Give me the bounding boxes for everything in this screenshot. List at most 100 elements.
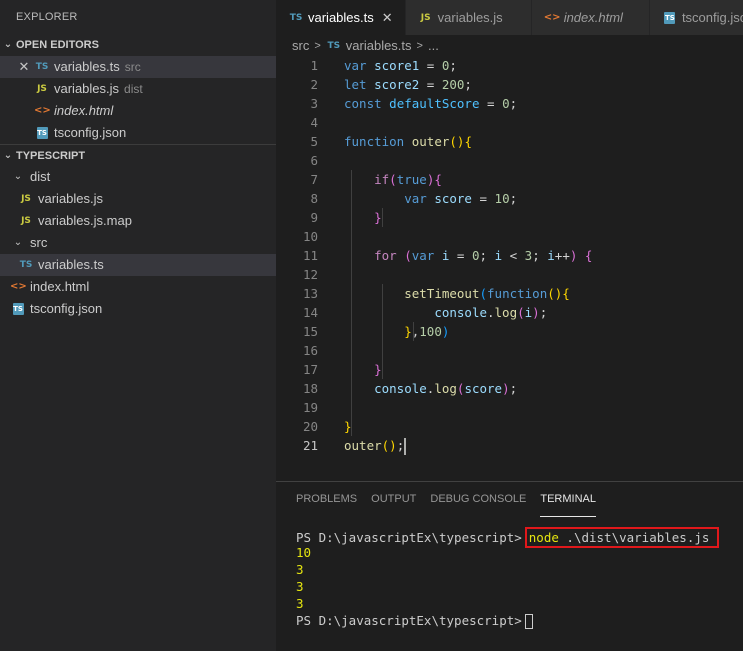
terminal-output-line: 3 (296, 579, 304, 594)
html-icon: <> (34, 105, 51, 116)
explorer-title: EXPLORER (16, 11, 78, 23)
tree-item-label: dist (30, 169, 51, 184)
open-editor-item[interactable]: <> index.html (0, 100, 276, 122)
code-line: 5 function outer(){ (276, 132, 743, 151)
chevron-down-icon: ⌄ (13, 171, 23, 182)
tab-terminal[interactable]: TERMINAL (540, 482, 596, 517)
breadcrumb: src > TS variables.ts > ... (276, 35, 743, 57)
breadcrumb-folder[interactable]: src (292, 35, 309, 57)
editor-tab-bar: TS variables.ts ✕ JS variables.js <> ind… (276, 0, 743, 35)
code-line: 2 let score2 = 200; (276, 75, 743, 94)
open-editor-detail: dist (124, 82, 143, 96)
open-editor-item[interactable]: JS variables.js dist (0, 78, 276, 100)
chevron-down-icon: ⌄ (13, 237, 23, 248)
html-icon: <> (10, 281, 27, 292)
ts-icon: TS (289, 12, 303, 23)
code-line: 8 var score = 10; (276, 189, 743, 208)
code-text: outer(); (344, 438, 407, 455)
tsconfig-icon: TS (664, 11, 676, 24)
code-text: console.log(i); (434, 305, 548, 320)
line-number: 18 (302, 381, 318, 396)
ts-icon: TS (19, 260, 33, 270)
code-line: 19 (276, 398, 743, 417)
ts-icon: TS (35, 62, 49, 72)
code-line: 18 console.log(score); (276, 379, 743, 398)
code-text: var score1 = 0; (344, 58, 457, 73)
explorer-sidebar: EXPLORER ⌄ OPEN EDITORS ✕ TS variables.t… (0, 0, 276, 651)
close-icon[interactable]: ✕ (16, 56, 32, 78)
code-text: function outer(){ (344, 134, 472, 149)
code-line: 1 var score1 = 0; (276, 56, 743, 75)
code-line: 10 (276, 227, 743, 246)
project-label: TYPESCRIPT (16, 149, 86, 162)
tree-file[interactable]: JS variables.js.map (0, 210, 276, 232)
code-line: 15 },100) (276, 322, 743, 341)
tab-output[interactable]: OUTPUT (371, 482, 416, 517)
code-text: } (374, 362, 382, 377)
tree-item-label: tsconfig.json (30, 301, 103, 316)
tab-label: variables.js (437, 10, 503, 25)
indent-guide (382, 208, 383, 227)
line-number: 9 (310, 210, 318, 225)
code-line: 12 (276, 265, 743, 284)
line-number: 4 (310, 115, 318, 130)
line-number: 15 (302, 324, 318, 339)
tree-folder-src[interactable]: ⌄ src (0, 232, 276, 254)
tree-folder-dist[interactable]: ⌄ dist (0, 166, 276, 188)
code-text: setTimeout(function(){ (404, 286, 570, 301)
tab-problems[interactable]: PROBLEMS (296, 482, 357, 517)
indent-guide (413, 322, 414, 341)
js-icon: JS (420, 12, 431, 23)
command-node: node (528, 530, 559, 545)
line-number: 20 (302, 419, 318, 434)
tab-variables-js[interactable]: JS variables.js (405, 0, 532, 35)
line-number: 19 (302, 400, 318, 415)
line-number: 16 (302, 343, 318, 358)
tree-file[interactable]: JS variables.js (0, 188, 276, 210)
tsconfig-icon: TS (12, 303, 24, 315)
open-editor-item[interactable]: TS tsconfig.json (0, 122, 276, 144)
terminal-output-line: 3 (296, 596, 304, 611)
code-text: if(true){ (374, 172, 442, 187)
command-args: .\dist\variables.js (558, 530, 710, 545)
chevron-down-icon: ⌄ (3, 39, 13, 50)
code-line: 6 (276, 151, 743, 170)
open-editor-name: variables.js (54, 81, 120, 96)
line-number: 14 (302, 305, 318, 320)
code-line: 17 } (276, 360, 743, 379)
js-icon: JS (21, 194, 31, 204)
code-line: 7 if(true){ (276, 170, 743, 189)
open-editors-header[interactable]: ⌄ OPEN EDITORS (0, 34, 276, 56)
highlighted-command: node .\dist\variables.js (524, 527, 720, 548)
open-editor-item[interactable]: ✕ TS variables.ts src (0, 56, 276, 78)
tab-variables-ts[interactable]: TS variables.ts ✕ (276, 0, 406, 35)
tree-item-label: variables.js (38, 191, 104, 206)
line-number: 3 (310, 96, 318, 111)
terminal[interactable]: PS D:\javascriptEx\typescript> node .\dis… (276, 517, 743, 629)
tab-debug-console[interactable]: DEBUG CONSOLE (430, 482, 526, 517)
code-text: },100) (404, 324, 450, 339)
breadcrumb-file[interactable]: variables.ts (346, 35, 412, 57)
code-line: 16 (276, 341, 743, 360)
tab-label: tsconfig.json (681, 10, 743, 25)
code-editor[interactable]: 1 var score1 = 0; 2 let score2 = 200; 3 const… (276, 57, 743, 461)
line-number: 8 (310, 191, 318, 206)
code-text: for (var i = 0; i < 3; i++) { (374, 248, 593, 263)
open-editor-name: tsconfig.json (54, 125, 127, 140)
code-text: } (374, 210, 382, 225)
tree-file-selected[interactable]: TS variables.ts (0, 254, 276, 276)
tree-file[interactable]: TS tsconfig.json (0, 298, 276, 320)
tab-index-html[interactable]: <> index.html (531, 0, 650, 35)
terminal-cursor (524, 614, 533, 629)
tab-tsconfig-json[interactable]: TS tsconfig.json (649, 0, 743, 35)
tree-item-label: variables.js.map (38, 213, 132, 228)
js-icon: JS (37, 84, 47, 94)
tree-item-label: src (30, 235, 48, 250)
line-number: 21 (302, 438, 318, 453)
tree-file[interactable]: <> index.html (0, 276, 276, 298)
code-line: 20} (276, 417, 743, 436)
project-header[interactable]: ⌄ TYPESCRIPT (0, 144, 276, 166)
breadcrumb-more[interactable]: ... (428, 35, 439, 57)
close-icon[interactable]: ✕ (382, 10, 393, 26)
code-line: 11 for (var i = 0; i < 3; i++) { (276, 246, 743, 265)
